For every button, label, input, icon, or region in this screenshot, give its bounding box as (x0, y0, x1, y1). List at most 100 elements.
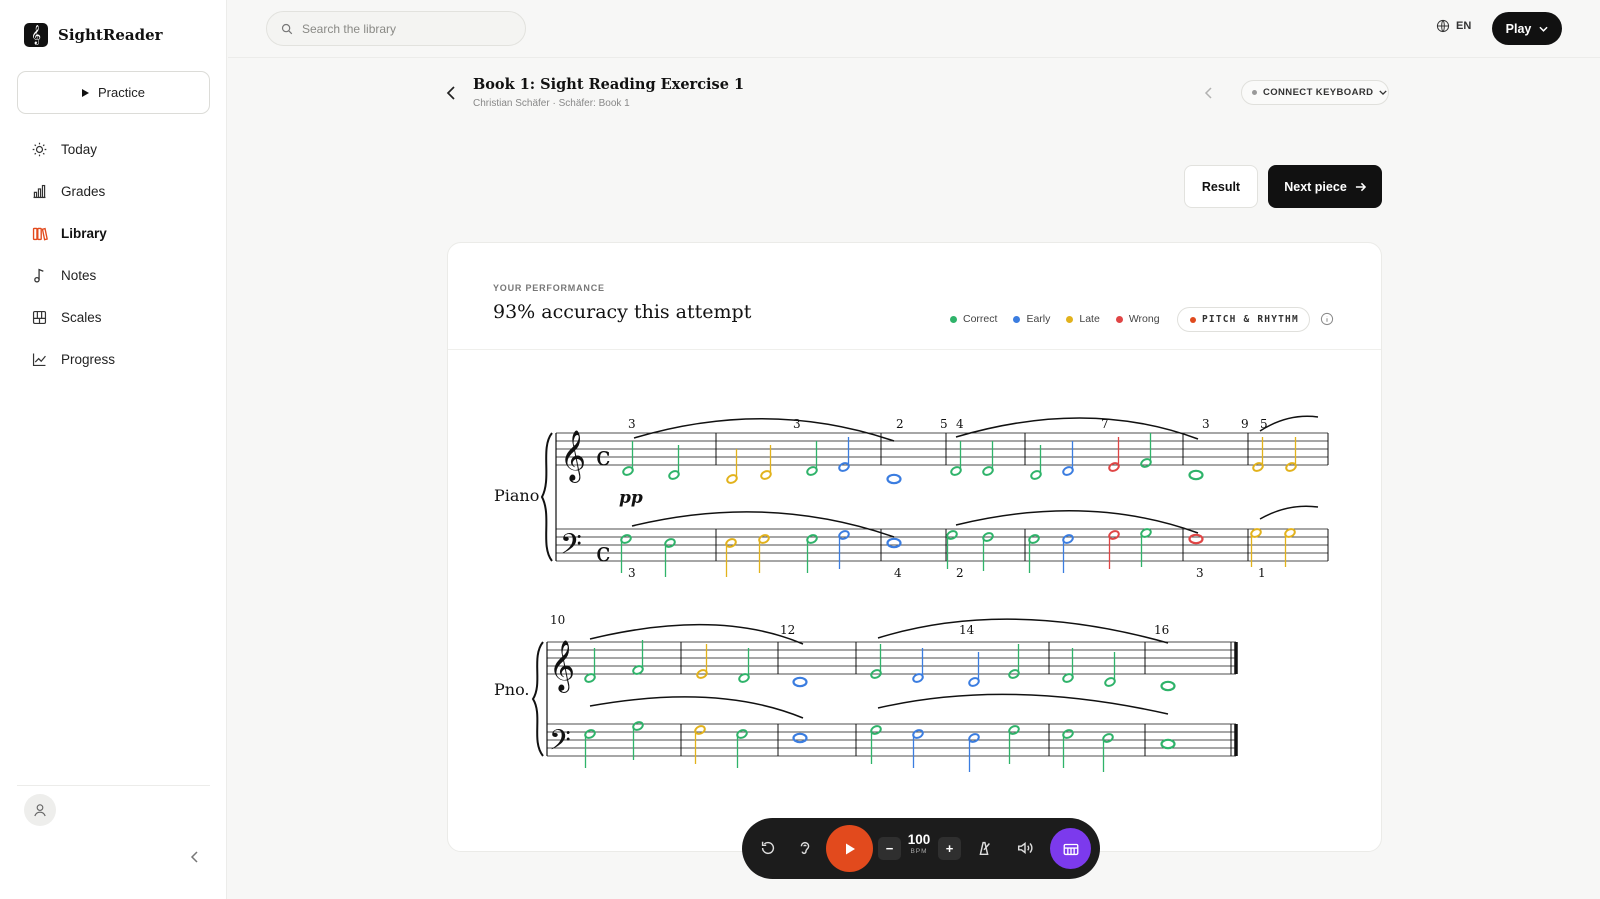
time-signature: c (596, 538, 611, 568)
note-correct (1030, 445, 1042, 480)
connect-label: CONNECT KEYBOARD (1263, 87, 1374, 98)
restart-button[interactable] (759, 839, 777, 857)
note-correct (1102, 733, 1114, 772)
note-late (760, 445, 772, 480)
metronome-button[interactable] (975, 839, 993, 857)
play-button[interactable] (826, 825, 873, 872)
whole-note-head (1188, 469, 1204, 481)
slur (589, 696, 804, 719)
system-2-treble-staff (546, 641, 1238, 675)
sidebar: 𝄞 SightReader Practice Today Grades Libr… (0, 0, 227, 899)
mode-selector[interactable]: PITCH & RHYTHM (1177, 307, 1310, 332)
volume-button[interactable] (1016, 839, 1034, 857)
metronome-icon (979, 841, 990, 856)
tempo-decrease-button[interactable]: − (878, 837, 901, 860)
note-correct (982, 532, 994, 571)
sun-icon (32, 142, 47, 156)
fingering: 3 (628, 566, 636, 580)
collapse-sidebar-button[interactable] (188, 850, 202, 864)
time-signature: c (596, 442, 611, 472)
top-bar: EN Play (228, 0, 1600, 58)
note-wrong (1108, 437, 1120, 472)
avatar[interactable] (24, 794, 56, 826)
fingering: 3 (1196, 566, 1204, 580)
slurs (589, 415, 1319, 719)
sidebar-nav: Today Grades Library Notes Scales Progre… (17, 128, 210, 380)
play-icon (82, 88, 90, 97)
sidebar-item-scales[interactable]: Scales (17, 296, 210, 338)
sidebar-divider (17, 785, 210, 786)
play-icon (845, 843, 855, 854)
slur (631, 511, 895, 538)
chevron-left-icon (446, 86, 455, 100)
note-early (886, 473, 902, 485)
fingering: 3 (793, 417, 801, 431)
next-piece-label: Next piece (1284, 179, 1347, 194)
dynamic-marking: pp (619, 488, 643, 508)
mode-label: PITCH & RHYTHM (1202, 314, 1299, 325)
system-1-treble-staff (555, 432, 1329, 466)
play-menu-button[interactable]: Play (1492, 12, 1562, 45)
chevron-left-icon (190, 851, 198, 863)
language-selector[interactable]: EN (1436, 19, 1471, 33)
performance-card: YOUR PERFORMANCE 93% accuracy this attem… (447, 242, 1382, 852)
user-icon (34, 804, 46, 817)
sidebar-item-label: Today (61, 141, 98, 157)
note-late (725, 538, 737, 577)
chevron-down-icon (1379, 90, 1388, 95)
clefs: 𝄞 𝄢 𝄞 𝄢 c c (531, 430, 611, 764)
search-input[interactable] (302, 21, 502, 36)
practice-button[interactable]: Practice (17, 71, 210, 114)
note-early (838, 437, 850, 472)
hint-button[interactable] (796, 839, 814, 857)
note-early (968, 652, 980, 687)
fingering: 4 (956, 417, 964, 431)
globe-icon (1436, 19, 1450, 33)
page-title: Book 1: Sight Reading Exercise 1 (473, 76, 745, 93)
sidebar-item-notes[interactable]: Notes (17, 254, 210, 296)
tempo-value: 100 (907, 832, 931, 847)
whole-note-head (1160, 738, 1176, 750)
previous-piece-button[interactable] (1202, 86, 1216, 100)
brand[interactable]: 𝄞 SightReader (24, 23, 163, 47)
sidebar-item-today[interactable]: Today (17, 128, 210, 170)
treble-clef-icon: 𝄞 (549, 640, 575, 693)
sheet-music-score: Piano pp Pno. 10 12 14 16 𝄞𝄢𝄞𝄢cc 3325473… (494, 415, 1329, 772)
status-dot (1252, 90, 1257, 95)
note-correct (1160, 738, 1176, 750)
fingering: 7 (1101, 417, 1109, 431)
measure-number-10: 10 (550, 613, 565, 627)
sidebar-item-grades[interactable]: Grades (17, 170, 210, 212)
sidebar-item-progress[interactable]: Progress (17, 338, 210, 380)
playback-bar: − 100 BPM + (742, 818, 1100, 879)
connect-keyboard-button[interactable]: CONNECT KEYBOARD (1241, 80, 1389, 105)
chevron-down-icon (1539, 26, 1548, 32)
note-early (792, 676, 808, 688)
line-chart-icon (32, 353, 46, 366)
whole-note-head (792, 676, 808, 688)
system-2-bass-staff (546, 723, 1238, 757)
fingering: 2 (956, 566, 964, 580)
search-box[interactable] (266, 11, 526, 46)
note-late (1252, 437, 1264, 472)
slur (1259, 415, 1319, 432)
restart-icon (761, 841, 775, 855)
brace (531, 641, 544, 757)
accuracy-title: 93% accuracy this attempt (493, 301, 752, 323)
piano-keyboard-button[interactable] (1050, 828, 1091, 869)
tempo-increase-button[interactable]: + (938, 837, 961, 860)
result-button[interactable]: Result (1184, 165, 1258, 208)
bass-clef-icon: 𝄢 (560, 528, 582, 568)
measure-number-16: 16 (1154, 623, 1169, 637)
note-early (838, 530, 850, 569)
notes (584, 433, 1297, 772)
note-correct (950, 441, 962, 476)
ear-icon (800, 841, 810, 855)
info-icon[interactable] (1320, 312, 1334, 326)
back-button[interactable] (444, 85, 460, 101)
legend-late: Late (1066, 313, 1100, 325)
sidebar-item-library[interactable]: Library (17, 212, 210, 254)
play-label: Play (1505, 21, 1532, 36)
note-wrong (1108, 530, 1120, 569)
next-piece-button[interactable]: Next piece (1268, 165, 1382, 208)
